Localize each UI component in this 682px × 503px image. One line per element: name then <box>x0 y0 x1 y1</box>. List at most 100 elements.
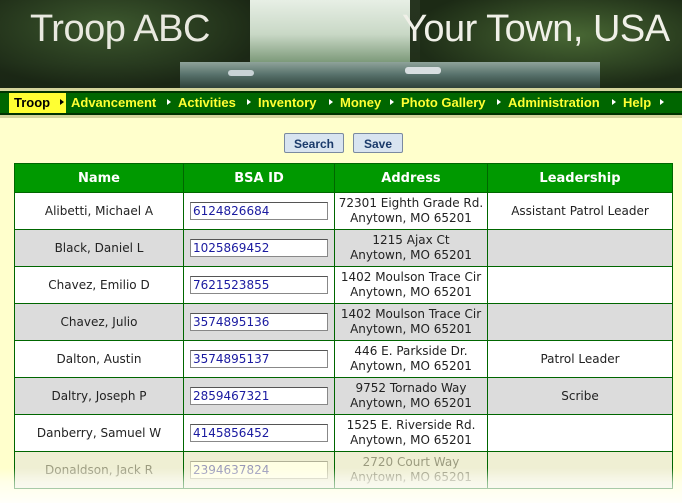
address-line-2: Anytown, MO 65201 <box>350 211 472 225</box>
bsa-id-input[interactable] <box>190 387 328 405</box>
scout-name: Daltry, Joseph P <box>14 377 184 415</box>
leadership-cell <box>487 266 673 304</box>
nav-item-label: Money <box>340 95 382 110</box>
address-line-2: Anytown, MO 65201 <box>350 433 472 447</box>
nav-item-label: Help <box>623 95 652 110</box>
leadership-cell <box>487 303 673 341</box>
leadership-cell <box>487 414 673 452</box>
address-cell: 1402 Moulson Trace Cir Anytown, MO 65201 <box>334 303 488 341</box>
bsa-id-cell <box>183 229 335 267</box>
nav-item-label: Photo Gallery <box>401 95 486 110</box>
leadership-cell: Patrol Leader <box>487 340 673 378</box>
leadership-cell: Assistant Patrol Leader <box>487 192 673 230</box>
search-button[interactable]: Search <box>284 133 344 153</box>
submenu-arrow-icon <box>390 99 394 105</box>
bsa-id-input[interactable] <box>190 313 328 331</box>
bsa-id-input[interactable] <box>190 276 328 294</box>
address-cell: 72301 Eighth Grade Rd. Anytown, MO 65201 <box>334 192 488 230</box>
address-line-2: Anytown, MO 65201 <box>350 285 472 299</box>
nav-item-label: Administration <box>508 95 600 110</box>
bsa-id-input[interactable] <box>190 424 328 442</box>
nav-item-administration[interactable]: Administration <box>503 93 618 113</box>
bsa-id-input[interactable] <box>190 239 328 257</box>
address-line-1: 72301 Eighth Grade Rd. <box>338 196 484 210</box>
table-row: Daltry, Joseph P 9752 Tornado WayAnytown… <box>14 377 673 415</box>
table-row: Donaldson, Jack R 2720 Court WayAnytown,… <box>14 451 673 489</box>
address-line-1: 1402 Moulson Trace Cir <box>340 307 482 321</box>
table-row: Black, Daniel L 1215 Ajax CtAnytown, MO … <box>14 229 673 267</box>
address-line-2: Anytown, MO 65201 <box>350 359 472 373</box>
column-header-bsa-id[interactable]: BSA ID <box>183 163 335 193</box>
leadership-cell: Scribe <box>487 377 673 415</box>
bsa-id-cell <box>183 451 335 489</box>
bsa-id-input[interactable] <box>190 202 328 220</box>
site-location: Your Town, USA <box>402 8 670 50</box>
submenu-arrow-icon <box>167 99 171 105</box>
table-row: Dalton, Austin 446 E. Parkside Dr.Anytow… <box>14 340 673 378</box>
nav-item-label: Inventory <box>258 95 317 110</box>
address-line-1: 446 E. Parkside Dr. <box>354 344 468 358</box>
nav-item-inventory[interactable]: Inventory <box>253 93 335 113</box>
address-line-2: Anytown, MO 65201 <box>350 470 472 484</box>
site-title: Troop ABC <box>30 8 210 50</box>
roster-table: Name BSA ID Address Leadership Alibetti,… <box>14 163 673 489</box>
scout-name: Chavez, Julio <box>14 303 184 341</box>
bsa-id-cell <box>183 377 335 415</box>
address-cell: 1525 E. Riverside Rd. Anytown, MO 65201 <box>334 414 488 452</box>
leadership-cell <box>487 451 673 489</box>
nav-item-photo-gallery[interactable]: Photo Gallery <box>396 93 503 113</box>
submenu-arrow-icon <box>612 99 616 105</box>
address-line-1: 1215 Ajax Ct <box>372 233 450 247</box>
submenu-arrow-icon <box>60 99 64 105</box>
scout-name: Black, Daniel L <box>14 229 184 267</box>
nav-item-help[interactable]: Help <box>618 93 666 113</box>
address-cell: 446 E. Parkside Dr. Anytown, MO 65201 <box>334 340 488 378</box>
table-row: Chavez, Emilio D 1402 Moulson Trace CirA… <box>14 266 673 304</box>
bsa-id-cell <box>183 340 335 378</box>
address-cell: 9752 Tornado Way Anytown, MO 65201 <box>334 377 488 415</box>
submenu-arrow-icon <box>329 99 333 105</box>
address-line-1: 1525 E. Riverside Rd. <box>346 418 476 432</box>
column-header-name[interactable]: Name <box>14 163 184 193</box>
scout-name: Chavez, Emilio D <box>14 266 184 304</box>
submenu-arrow-icon <box>660 99 664 105</box>
address-cell: 1402 Moulson Trace Cir Anytown, MO 65201 <box>334 266 488 304</box>
nav-item-troop[interactable]: Troop <box>9 93 66 113</box>
address-line-1: 9752 Tornado Way <box>355 381 467 395</box>
address-line-2: Anytown, MO 65201 <box>350 396 472 410</box>
column-header-leadership[interactable]: Leadership <box>487 163 673 193</box>
bsa-id-cell <box>183 192 335 230</box>
submenu-arrow-icon <box>247 99 251 105</box>
nav-item-label: Activities <box>178 95 236 110</box>
bsa-id-input[interactable] <box>190 461 328 479</box>
table-header-row: Name BSA ID Address Leadership <box>14 163 673 193</box>
scout-name: Donaldson, Jack R <box>14 451 184 489</box>
nav-item-label: Troop <box>14 95 51 110</box>
banner-sky <box>250 0 420 62</box>
address-line-1: 1402 Moulson Trace Cir <box>340 270 482 284</box>
address-line-2: Anytown, MO 65201 <box>350 248 472 262</box>
scout-name: Alibetti, Michael A <box>14 192 184 230</box>
header-banner: Troop ABC Your Town, USA <box>0 0 682 88</box>
leadership-cell <box>487 229 673 267</box>
nav-item-money[interactable]: Money <box>335 93 396 113</box>
address-cell: 2720 Court Way Anytown, MO 65201 <box>334 451 488 489</box>
table-row: Chavez, Julio 1402 Moulson Trace CirAnyt… <box>14 303 673 341</box>
nav-item-advancement[interactable]: Advancement <box>66 93 173 113</box>
address-line-1: 2720 Court Way <box>362 455 460 469</box>
main-nav: Troop Advancement Activities Inventory M… <box>0 88 682 118</box>
nav-item-label: Advancement <box>71 95 157 110</box>
bsa-id-cell <box>183 414 335 452</box>
address-line-2: Anytown, MO 65201 <box>350 322 472 336</box>
bsa-id-input[interactable] <box>190 350 328 368</box>
save-button[interactable]: Save <box>353 133 403 153</box>
scout-name: Dalton, Austin <box>14 340 184 378</box>
nav-item-activities[interactable]: Activities <box>173 93 253 113</box>
scout-name: Danberry, Samuel W <box>14 414 184 452</box>
bsa-id-cell <box>183 266 335 304</box>
submenu-arrow-icon <box>497 99 501 105</box>
table-row: Danberry, Samuel W 1525 E. Riverside Rd.… <box>14 414 673 452</box>
canoe-icon <box>405 67 441 74</box>
column-header-address[interactable]: Address <box>334 163 488 193</box>
address-cell: 1215 Ajax Ct Anytown, MO 65201 <box>334 229 488 267</box>
